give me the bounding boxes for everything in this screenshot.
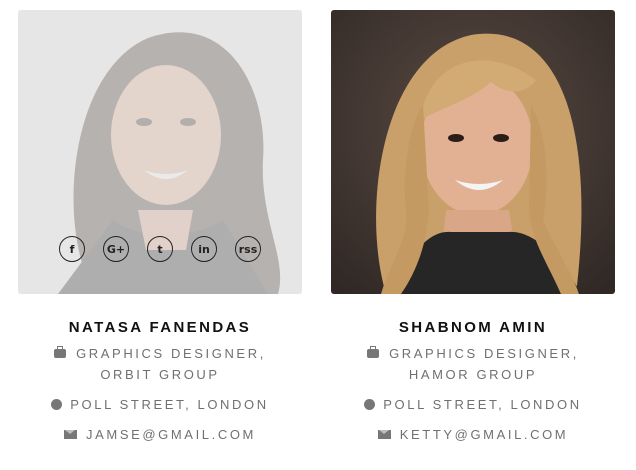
briefcase-icon [367, 346, 380, 358]
twitter-icon[interactable]: t [147, 236, 173, 262]
member-email-text[interactable]: JAMSE@GMAIL.COM [86, 427, 256, 442]
member-name: NATASA FANENDAS [68, 319, 252, 336]
member-info: NATASA FANENDAS GRAPHICS DESIGNER, ORBIT… [18, 319, 302, 445]
member-location-text: POLL STREET, LONDON [383, 397, 582, 412]
briefcase-icon [54, 346, 67, 358]
member-photo[interactable]: f G+ t in rss [18, 10, 302, 294]
portrait-photo-icon [331, 10, 615, 294]
facebook-icon[interactable]: f [59, 236, 85, 262]
member-location: POLL STREET, LONDON [18, 394, 302, 415]
member-location: POLL STREET, LONDON [331, 394, 615, 415]
member-role: GRAPHICS DESIGNER, ORBIT GROUP [18, 343, 302, 385]
envelope-icon [64, 430, 78, 439]
member-role-text: GRAPHICS DESIGNER, ORBIT GROUP [76, 346, 266, 382]
rss-icon[interactable]: rss [235, 236, 261, 262]
globe-icon [364, 399, 376, 410]
member-photo[interactable] [331, 10, 615, 294]
team-card-shabnom[interactable]: SHABNOM AMIN GRAPHICS DESIGNER, HAMOR GR… [331, 10, 615, 445]
member-email-text[interactable]: KETTY@GMAIL.COM [400, 427, 569, 442]
member-info: SHABNOM AMIN GRAPHICS DESIGNER, HAMOR GR… [331, 319, 615, 445]
envelope-icon [377, 430, 391, 439]
google-plus-icon[interactable]: G+ [103, 236, 129, 262]
member-role: GRAPHICS DESIGNER, HAMOR GROUP [331, 343, 615, 385]
member-location-text: POLL STREET, LONDON [70, 397, 269, 412]
social-links: f G+ t in rss [18, 236, 302, 262]
globe-icon [51, 399, 63, 410]
linkedin-icon[interactable]: in [191, 236, 217, 262]
member-role-text: GRAPHICS DESIGNER, HAMOR GROUP [389, 346, 579, 382]
member-email[interactable]: KETTY@GMAIL.COM [331, 424, 615, 445]
member-email[interactable]: JAMSE@GMAIL.COM [18, 424, 302, 445]
member-name: SHABNOM AMIN [398, 319, 548, 336]
team-card-natasa[interactable]: f G+ t in rss NATASA FANENDAS GRAPHICS D… [18, 10, 302, 445]
